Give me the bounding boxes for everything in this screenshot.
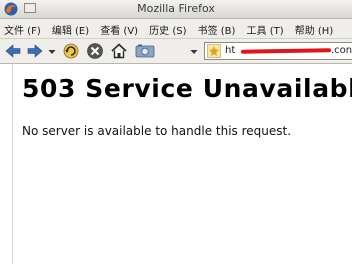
page-content: 503 Service Unavailable No server is ava…: [0, 64, 352, 264]
error-message: No server is available to handle this re…: [22, 124, 292, 138]
menu-view[interactable]: 查看 (V): [96, 22, 138, 38]
stop-icon[interactable]: [86, 42, 104, 60]
content-left-border: [12, 64, 13, 264]
dropdown-icon[interactable]: [188, 42, 200, 60]
home-icon[interactable]: [110, 42, 128, 60]
browser-window: Mozilla Firefox 文件 (F) 编辑 (E) 查看 (V) 历史 …: [0, 0, 352, 264]
address-bar[interactable]: ht .con: [204, 42, 352, 60]
back-arrow-icon[interactable]: [4, 42, 22, 60]
window-title: Mozilla Firefox: [137, 2, 215, 15]
menu-bar: 文件 (F) 编辑 (E) 查看 (V) 历史 (S) 书签 (B) 工具 (T…: [0, 19, 352, 39]
error-heading: 503 Service Unavailable: [22, 74, 352, 103]
url-text-suffix: .con: [331, 45, 352, 56]
navigation-toolbar: ht .con: [0, 39, 352, 64]
history-dropdown-icon[interactable]: [46, 42, 58, 60]
menu-help[interactable]: 帮助 (H): [291, 22, 334, 38]
title-bar: Mozilla Firefox: [0, 0, 352, 19]
menu-tools[interactable]: 工具 (T): [243, 22, 284, 38]
menu-edit[interactable]: 编辑 (E): [48, 22, 89, 38]
reload-icon[interactable]: [62, 42, 80, 60]
forward-arrow-icon[interactable]: [26, 42, 44, 60]
screenshot-icon[interactable]: [134, 42, 156, 60]
site-identity-icon[interactable]: [207, 44, 221, 58]
url-redaction-mark: [240, 48, 332, 54]
menu-file[interactable]: 文件 (F): [0, 22, 41, 38]
url-text-prefix: ht: [225, 45, 236, 56]
menu-bookmarks[interactable]: 书签 (B): [194, 22, 236, 38]
menu-history[interactable]: 历史 (S): [145, 22, 186, 38]
